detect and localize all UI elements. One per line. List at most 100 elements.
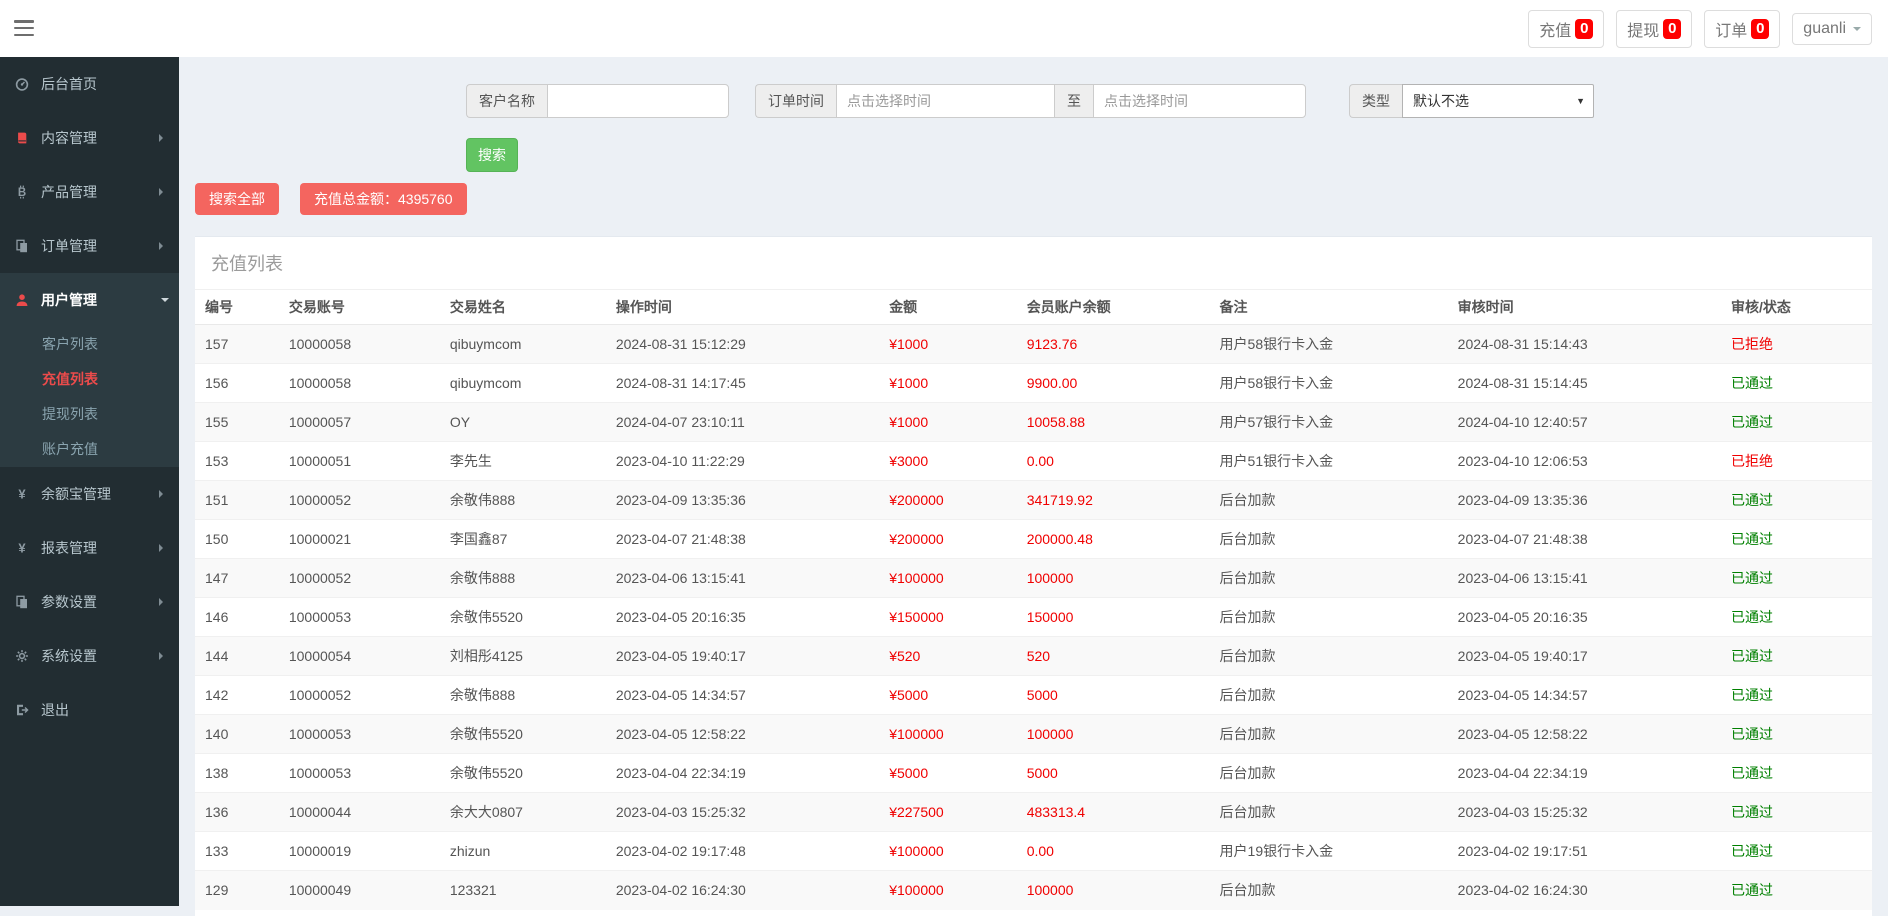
- header-order-button[interactable]: 订单 0: [1704, 10, 1780, 48]
- cell-audit_time: 2023-04-07 21:48:38: [1448, 520, 1721, 559]
- yen-icon: ¥: [15, 487, 31, 501]
- sidebar-subitem-customer-list[interactable]: 客户列表: [0, 327, 179, 362]
- cell-id: 151: [195, 481, 279, 520]
- sidebar-item-system[interactable]: 系统设置: [0, 629, 179, 683]
- user-name: guanli: [1803, 20, 1846, 38]
- cell-audit_time: 2023-04-03 15:25:32: [1448, 793, 1721, 832]
- cell-account: 10000058: [279, 325, 440, 364]
- cell-note: 用户57银行卡入金: [1210, 403, 1448, 442]
- sidebar-item-params[interactable]: 参数设置: [0, 575, 179, 629]
- user-icon: [15, 293, 31, 307]
- sidebar-item-yuebao[interactable]: ¥余额宝管理: [0, 467, 179, 521]
- sidebar-item-user[interactable]: 用户管理: [0, 273, 179, 327]
- cell-status: 已通过: [1721, 481, 1872, 520]
- cell-time: 2023-04-02 19:17:48: [606, 832, 879, 871]
- cell-balance: 9900.00: [1017, 364, 1210, 403]
- sidebar-item-label: 产品管理: [41, 182, 97, 202]
- cell-account: 10000053: [279, 598, 440, 637]
- column-header: 审核时间: [1448, 290, 1721, 325]
- sidebar-item-logout[interactable]: 退出: [0, 683, 179, 737]
- cell-status: 已通过: [1721, 676, 1872, 715]
- cell-time: 2024-04-07 23:10:11: [606, 403, 879, 442]
- cell-amount: ¥100000: [879, 715, 1017, 754]
- cell-id: 138: [195, 754, 279, 793]
- cell-id: 140: [195, 715, 279, 754]
- cell-balance: 5000: [1017, 676, 1210, 715]
- chevron-down-icon: [161, 298, 169, 306]
- cell-amount: ¥150000: [879, 598, 1017, 637]
- cell-time: 2023-04-05 19:40:17: [606, 637, 879, 676]
- table-row: 14710000052余敬伟8882023-04-06 13:15:41¥100…: [195, 559, 1872, 598]
- sidebar-subitem-recharge-list[interactable]: 充值列表: [0, 362, 179, 397]
- user-menu-button[interactable]: guanli: [1792, 13, 1872, 45]
- cell-time: 2023-04-09 13:35:36: [606, 481, 879, 520]
- cell-audit_time: 2023-04-02 19:17:51: [1448, 832, 1721, 871]
- sidebar-item-product[interactable]: B产品管理: [0, 165, 179, 219]
- header-recharge-button[interactable]: 充值 0: [1528, 10, 1604, 48]
- cell-balance: 9123.76: [1017, 325, 1210, 364]
- cell-note: 后台加款: [1210, 637, 1448, 676]
- sidebar-item-order[interactable]: 订单管理: [0, 219, 179, 273]
- sidebar-subitem-account-recharge[interactable]: 账户充值: [0, 432, 179, 467]
- sidebar-subitem-withdraw-list[interactable]: 提现列表: [0, 397, 179, 432]
- time-end-input[interactable]: [1093, 84, 1306, 118]
- time-start-input[interactable]: [836, 84, 1055, 118]
- cell-amount: ¥200000: [879, 520, 1017, 559]
- order-time-group: 订单时间 至: [755, 84, 1306, 118]
- yen-icon: ¥: [15, 541, 31, 555]
- header-withdraw-button[interactable]: 提现 0: [1616, 10, 1692, 48]
- cell-id: 144: [195, 637, 279, 676]
- cell-note: 后台加款: [1210, 793, 1448, 832]
- cell-id: 142: [195, 676, 279, 715]
- cell-note: 后台加款: [1210, 754, 1448, 793]
- gears-icon: [15, 649, 31, 663]
- cell-audit_time: 2023-04-10 12:06:53: [1448, 442, 1721, 481]
- order-count-badge: 0: [1751, 19, 1769, 39]
- column-header: 交易账号: [279, 290, 440, 325]
- chevron-right-icon: [159, 188, 167, 196]
- cell-amount: ¥100000: [879, 871, 1017, 910]
- sidebar-toggle-icon[interactable]: [14, 20, 34, 36]
- sidebar-item-report[interactable]: ¥报表管理: [0, 521, 179, 575]
- table-row: 15510000057OY2024-04-07 23:10:11¥1000100…: [195, 403, 1872, 442]
- table-row: 14610000053余敬伟55202023-04-05 20:16:35¥15…: [195, 598, 1872, 637]
- cell-time: 2023-04-02 16:24:30: [606, 871, 879, 910]
- sidebar-item-label: 订单管理: [41, 236, 97, 256]
- cell-account: 10000058: [279, 364, 440, 403]
- search-all-button[interactable]: 搜索全部: [195, 183, 279, 215]
- cell-amount: ¥520: [879, 637, 1017, 676]
- table-row: 15610000058qibuymcom2024-08-31 14:17:45¥…: [195, 364, 1872, 403]
- table-row: 14210000052余敬伟8882023-04-05 14:34:57¥500…: [195, 676, 1872, 715]
- chevron-down-icon: [1853, 27, 1861, 35]
- cell-time: 2023-04-05 12:58:22: [606, 715, 879, 754]
- cell-amount: ¥1000: [879, 364, 1017, 403]
- table-row: 13310000019zhizun2023-04-02 19:17:48¥100…: [195, 832, 1872, 871]
- sidebar-item-content[interactable]: 内容管理: [0, 111, 179, 165]
- cell-amount: ¥5000: [879, 754, 1017, 793]
- customer-name-input[interactable]: [547, 84, 729, 118]
- cell-name: zhizun: [440, 832, 606, 871]
- cell-audit_time: 2023-04-05 19:40:17: [1448, 637, 1721, 676]
- sidebar-section-order: 订单管理: [0, 219, 179, 273]
- cell-status: 已通过: [1721, 754, 1872, 793]
- recharge-table: 编号交易账号交易姓名操作时间金额会员账户余额备注审核时间审核/状态 157100…: [195, 289, 1872, 910]
- cell-time: 2023-04-03 15:25:32: [606, 793, 879, 832]
- time-to-label: 至: [1055, 84, 1093, 118]
- cell-note: 后台加款: [1210, 481, 1448, 520]
- sidebar-section-logout: 退出: [0, 683, 179, 737]
- cell-status: 已通过: [1721, 559, 1872, 598]
- svg-text:¥: ¥: [18, 487, 26, 501]
- cell-name: 余敬伟5520: [440, 715, 606, 754]
- column-header: 备注: [1210, 290, 1448, 325]
- sidebar-item-home[interactable]: 后台首页: [0, 57, 179, 111]
- cell-amount: ¥5000: [879, 676, 1017, 715]
- type-select[interactable]: 默认不选 ▼: [1402, 84, 1594, 118]
- type-group: 类型 默认不选 ▼: [1349, 84, 1594, 118]
- main-content: 客户名称 订单时间 至 类型 默认不选 ▼ 搜索 搜索全部 充值总金额：4395…: [179, 57, 1888, 906]
- search-button[interactable]: 搜索: [466, 138, 518, 172]
- dashboard-icon: [15, 77, 31, 91]
- cell-note: 后台加款: [1210, 520, 1448, 559]
- cell-name: 余敬伟888: [440, 676, 606, 715]
- cell-name: 123321: [440, 871, 606, 910]
- cell-time: 2024-08-31 15:12:29: [606, 325, 879, 364]
